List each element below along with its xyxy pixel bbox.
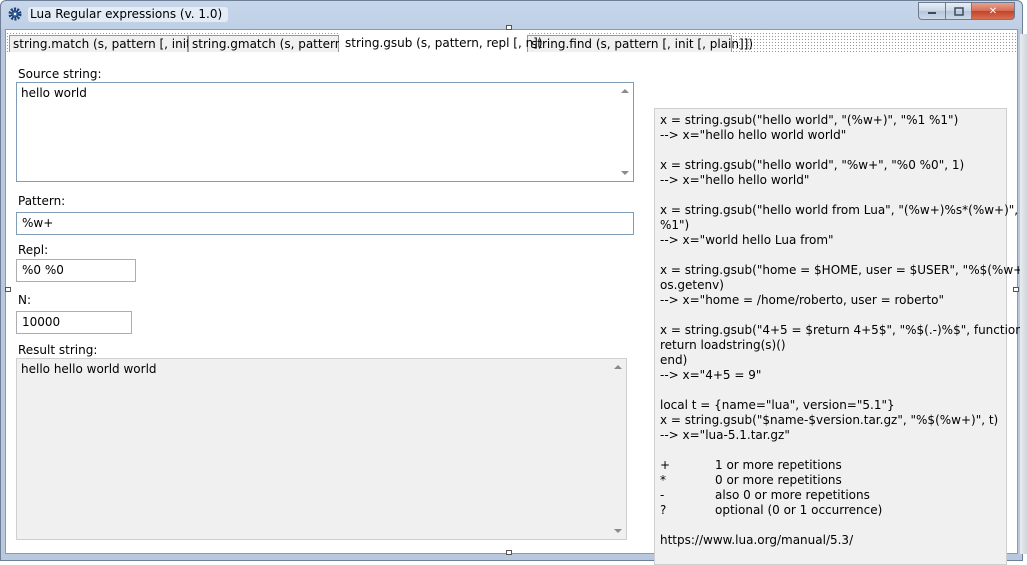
tab-string-find[interactable]: string.find (s, pattern [, init [, plain… [527,35,753,52]
result-string-value: hello hello world world [21,362,157,376]
close-icon: ✕ [988,5,998,17]
help-line: --> x="hello hello world" [660,173,810,187]
pattern-label: Pattern: [18,194,66,208]
gsub-panel: Source string: hello world Pattern: %w+ … [9,53,1027,565]
source-string-value: hello world [21,86,87,100]
result-string-label: Result string: [18,343,98,357]
result-scrollbar[interactable] [610,359,626,539]
title-bar[interactable]: Lua Regular expressions (v. 1.0) ✕ [1,1,1022,28]
help-line: %1") [660,218,690,232]
repetition-row: * 0 or more repetitions [660,473,842,487]
help-line: --> x="hello hello world world" [660,128,847,142]
source-string-textarea[interactable]: hello world [16,82,634,182]
main-window: Lua Regular expressions (v. 1.0) ✕ strin… [0,0,1027,565]
repetition-symbol: ? [660,503,667,517]
help-line: return loadstring(s)() [660,338,786,352]
repetition-text: 0 or more repetitions [715,473,842,487]
repl-input[interactable]: %0 %0 [16,259,136,282]
help-line: --> x="world hello Lua from" [660,233,834,247]
n-label: N: [18,293,32,307]
repetition-symbol: + [660,458,671,472]
tab-string-gmatch[interactable]: string.gmatch (s, pattern) [188,35,347,52]
help-line: --> x="4+5 = 9" [660,368,762,382]
maximize-button[interactable] [945,2,972,20]
tab-strip: string.match (s, pattern [, init]) strin… [6,32,1017,54]
help-line: x = string.gsub("hello world", "%w+", "%… [660,158,965,172]
repetition-row: ? optional (0 or 1 occurrence) [660,503,882,517]
help-line: --> x="lua-5.1.tar.gz" [660,428,790,442]
help-line: --> x="home = /home/roberto, user = robe… [660,293,945,307]
resize-grip-bottom[interactable] [506,550,512,555]
scroll-down-icon[interactable] [614,529,622,533]
scroll-down-icon[interactable] [621,171,629,175]
help-line: x = string.gsub("hello world from Lua", … [660,203,1027,217]
resize-grip-top[interactable] [506,25,512,30]
tab-label: string.match (s, pattern [, init]) [13,37,201,51]
tab-string-gsub[interactable]: string.gsub (s, pattern, repl [, n]) [339,32,543,54]
repl-label: Repl: [18,243,49,257]
window-title: Lua Regular expressions (v. 1.0) [28,7,229,22]
repetition-text: 1 or more repetitions [715,458,842,472]
client-area: string.match (s, pattern [, init]) strin… [5,29,1027,565]
help-line: os.getenv) [660,278,724,292]
repetition-symbol: - [660,488,665,502]
help-line: x = string.gsub("home = $HOME, user = $U… [660,263,1027,277]
manual-url: https://www.lua.org/manual/5.3/ [660,533,854,547]
resize-grip-left[interactable] [5,287,11,292]
repetition-symbol: * [660,473,666,487]
n-value: 10000 [22,315,61,329]
repl-value: %0 %0 [22,263,64,277]
source-string-label: Source string: [18,67,102,81]
scroll-up-icon[interactable] [621,89,629,93]
background-window-edge [1020,34,1027,554]
help-line: x = string.gsub("$name-$version.tar.gz",… [660,413,999,427]
minimize-button[interactable] [918,2,945,20]
tab-label: string.gsub (s, pattern, repl [, n]) [345,36,543,50]
pattern-value: %w+ [22,216,54,230]
pattern-input[interactable]: %w+ [16,212,634,235]
tab-label: string.gmatch (s, pattern) [192,37,347,51]
n-input[interactable]: 10000 [16,311,132,334]
tab-string-match[interactable]: string.match (s, pattern [, init]) [9,35,200,52]
maximize-icon [953,6,964,16]
help-examples-panel: x = string.gsub("hello world", "(%w+)", … [654,108,1027,565]
help-line: local t = {name="lua", version="5.1"} [660,398,895,412]
source-scrollbar[interactable] [617,83,633,181]
lua-gear-icon [8,7,22,21]
help-line: end) [660,353,688,367]
close-button[interactable]: ✕ [972,2,1015,20]
resize-grip-right[interactable] [1013,287,1019,292]
window-controls: ✕ [918,2,1015,20]
help-line: x = string.gsub("hello world", "(%w+)", … [660,113,959,127]
repetition-text: also 0 or more repetitions [715,488,870,502]
repetition-row: - also 0 or more repetitions [660,488,870,502]
repetition-text: optional (0 or 1 occurrence) [715,503,883,517]
scroll-up-icon[interactable] [614,365,622,369]
result-string-textarea[interactable]: hello hello world world [16,358,627,540]
repetition-row: +1 or more repetitions [660,458,842,472]
minimize-icon [928,12,936,14]
tab-label: string.find (s, pattern [, init [, plain… [531,37,754,51]
help-line: x = string.gsub("4+5 = $return 4+5$", "%… [660,323,1027,337]
